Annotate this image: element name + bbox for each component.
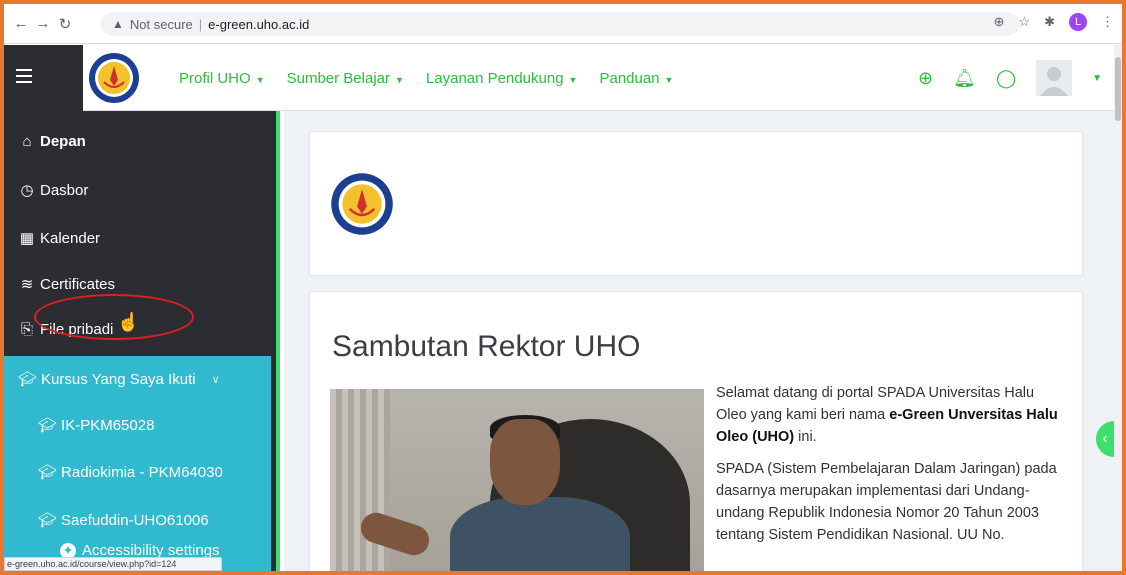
zoom-icon[interactable]: ⊕	[994, 14, 1005, 30]
link-status-bar: e-green.uho.ac.id/course/view.php?id=124	[4, 557, 222, 571]
chevron-down-icon: ▼	[664, 74, 674, 85]
star-icon[interactable]: ☆	[1018, 14, 1030, 30]
menu-toggle-button[interactable]	[4, 45, 83, 111]
menu-profil-uho[interactable]: Profil UHO ▼	[179, 70, 265, 87]
user-menu-chevron-icon[interactable]: ▼	[1092, 73, 1102, 84]
notification-bell-icon[interactable]: 🔔︎	[953, 68, 976, 89]
highlight-annotation	[34, 294, 194, 340]
welcome-card: Sambutan Rektor UHO Selamat datang di po…	[309, 291, 1083, 571]
calendar-icon: ▦	[19, 230, 35, 247]
warning-icon: ▲	[112, 17, 124, 31]
sidebar-item-kalender[interactable]: ▦ Kalender	[18, 229, 101, 248]
browser-window: ← → ↻ ▲ Not secure | e-green.uho.ac.id ⊕…	[4, 4, 1122, 571]
welcome-paragraph-2: SPADA (Sistem Pembelajaran Dalam Jaringa…	[716, 461, 1057, 543]
my-courses-label: Kursus Yang Saya Ikuti	[41, 370, 196, 388]
url-separator: |	[198, 16, 203, 32]
security-label: Not secure	[129, 16, 193, 32]
my-courses-header[interactable]: 🎓︎ Kursus Yang Saya Ikuti ∨	[18, 370, 220, 389]
uho-logo[interactable]	[84, 45, 144, 111]
chevron-down-icon: ▼	[395, 74, 404, 85]
menu-label: Sumber Belajar	[286, 69, 390, 87]
chevron-down-icon: ▼	[568, 74, 578, 85]
header-actions: ⊕ 🔔︎ ◯ ▼	[918, 45, 1114, 111]
block-drawer-toggle[interactable]: ‹	[1096, 421, 1114, 457]
more-icon[interactable]: ⋮	[1101, 14, 1114, 30]
chevron-down-icon: ∨	[211, 373, 220, 386]
browser-toolbar: ← → ↻ ▲ Not secure | e-green.uho.ac.id ⊕…	[4, 4, 1122, 44]
dashboard-icon: ◷	[20, 182, 34, 199]
url-text: e-green.uho.ac.id	[208, 16, 310, 32]
sidebar-item-depan[interactable]: ⌂ Depan	[18, 133, 86, 150]
menu-sumber-belajar[interactable]: Sumber Belajar ▼	[287, 70, 404, 87]
graduation-cap-icon: 🎓︎	[18, 371, 38, 388]
graduation-cap-icon: 🎓︎	[38, 464, 58, 481]
course-saefuddin[interactable]: 🎓︎ Saefuddin-UHO61006	[38, 511, 209, 530]
site-header: Profil UHO ▼ Sumber Belajar ▼ Layanan Pend…	[4, 45, 1114, 111]
sidebar-item-label: Kalender	[40, 229, 101, 247]
main-content: Sambutan Rektor UHO Selamat datang di po…	[284, 111, 1114, 571]
scrollbar-thumb[interactable]	[1115, 57, 1121, 121]
sidebar-item-label: Certificates	[40, 275, 116, 293]
forward-icon[interactable]: →	[32, 13, 54, 35]
graduation-cap-icon: 🎓︎	[38, 417, 58, 434]
menu-label: Panduan	[599, 69, 660, 87]
logo-card	[309, 131, 1083, 276]
course-radiokimia[interactable]: 🎓︎ Radiokimia - PKM64030	[38, 463, 223, 482]
welcome-text: Selamat datang di portal SPADA Universit…	[716, 382, 1066, 556]
menu-label: Layanan Pendukung	[425, 69, 564, 87]
course-label: Radiokimia - PKM64030	[61, 463, 223, 481]
chevron-down-icon: ▼	[255, 74, 265, 85]
sidebar-item-certificates[interactable]: ≋ Certificates	[18, 275, 116, 294]
extensions-icon[interactable]: ✱	[1044, 14, 1055, 30]
address-bar[interactable]: ▲ Not secure | e-green.uho.ac.id	[100, 12, 1020, 36]
sidebar-item-label: Dasbor	[40, 181, 89, 199]
language-globe-icon[interactable]: ⊕	[918, 68, 933, 89]
home-icon: ⌂	[22, 133, 32, 150]
course-label: Saefuddin-UHO61006	[61, 511, 209, 529]
hand-cursor-icon: ☝	[117, 312, 140, 332]
page-scrollbar[interactable]	[1114, 45, 1122, 571]
main-menu: Profil UHO ▼ Sumber Belajar ▼ Layanan Pend…	[179, 45, 673, 111]
back-icon[interactable]: ←	[10, 13, 32, 35]
user-avatar[interactable]	[1036, 60, 1073, 96]
profile-avatar[interactable]: L	[1069, 13, 1087, 31]
menu-label: Profil UHO	[179, 69, 251, 87]
welcome-title: Sambutan Rektor UHO	[332, 330, 641, 363]
certificates-icon: ≋	[20, 276, 34, 293]
sidebar-item-label: Depan	[40, 133, 86, 150]
graduation-cap-icon: 🎓︎	[38, 512, 58, 529]
my-courses-section: 🎓︎ Kursus Yang Saya Ikuti ∨ 🎓︎ IK-PKM65028 …	[4, 356, 271, 571]
welcome-paragraph-1: Selamat datang di portal SPADA Universit…	[716, 385, 1058, 445]
menu-panduan[interactable]: Panduan ▼	[599, 70, 673, 87]
menu-layanan-pendukung[interactable]: Layanan Pendukung ▼	[426, 70, 578, 87]
browser-actions: ⊕ ☆ ✱ L ⋮	[994, 13, 1114, 31]
reload-icon[interactable]: ↻	[54, 13, 76, 35]
sidebar-item-dasbor[interactable]: ◷ Dasbor	[18, 181, 89, 200]
files-icon: ⎘	[20, 321, 33, 338]
nav-drawer: ⌂ Depan ◷ Dasbor ▦ Kalender ≋ Certificates ⎘…	[4, 111, 280, 571]
chevron-left-icon: ‹	[1102, 430, 1108, 447]
rector-photo	[330, 389, 704, 571]
course-ik-pkm65028[interactable]: 🎓︎ IK-PKM65028	[38, 416, 155, 435]
messages-chat-icon[interactable]: ◯	[996, 68, 1016, 89]
hamburger-icon	[16, 69, 32, 87]
uho-logo-large	[330, 172, 394, 241]
course-label: IK-PKM65028	[61, 416, 155, 434]
